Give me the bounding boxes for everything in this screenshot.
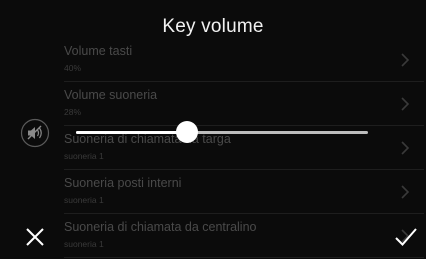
slider-thumb[interactable]: [176, 121, 198, 143]
list-item-label: Suoneria di chiamata da centralino: [64, 220, 257, 234]
list-item-switchboard-ringtone[interactable]: Suoneria di chiamata da centralino suone…: [64, 214, 424, 258]
list-item-label: Volume suoneria: [64, 88, 158, 102]
list-item-internal-ringtone[interactable]: Suoneria posti interni suoneria 1: [64, 170, 424, 214]
page-title: Key volume: [162, 16, 264, 37]
list-item-label: Suoneria posti interni: [64, 176, 182, 190]
settings-list: Volume tasti 40% Volume suoneria 28% Suo…: [64, 38, 424, 258]
chevron-right-icon: [401, 141, 410, 155]
check-icon[interactable]: [394, 226, 418, 248]
key-volume-screen: Key volume Volume tasti 40% Volume suone…: [0, 0, 426, 259]
speaker-muted-icon[interactable]: [20, 118, 50, 148]
list-item-value: 40%: [64, 63, 82, 73]
close-icon[interactable]: [24, 226, 46, 248]
list-item-value: suoneria 1: [64, 151, 104, 161]
list-item-label: Volume tasti: [64, 44, 133, 58]
volume-slider[interactable]: [76, 121, 368, 143]
list-item-value: suoneria 1: [64, 239, 104, 249]
chevron-right-icon: [401, 185, 410, 199]
chevron-right-icon: [401, 53, 410, 67]
list-item-key-volume[interactable]: Volume tasti 40%: [64, 38, 424, 82]
list-item-value: suoneria 1: [64, 195, 104, 205]
slider-fill: [76, 131, 187, 134]
chevron-right-icon: [401, 97, 410, 111]
list-item-value: 28%: [64, 107, 82, 117]
list-item-ring-volume[interactable]: Volume suoneria 28%: [64, 82, 424, 126]
